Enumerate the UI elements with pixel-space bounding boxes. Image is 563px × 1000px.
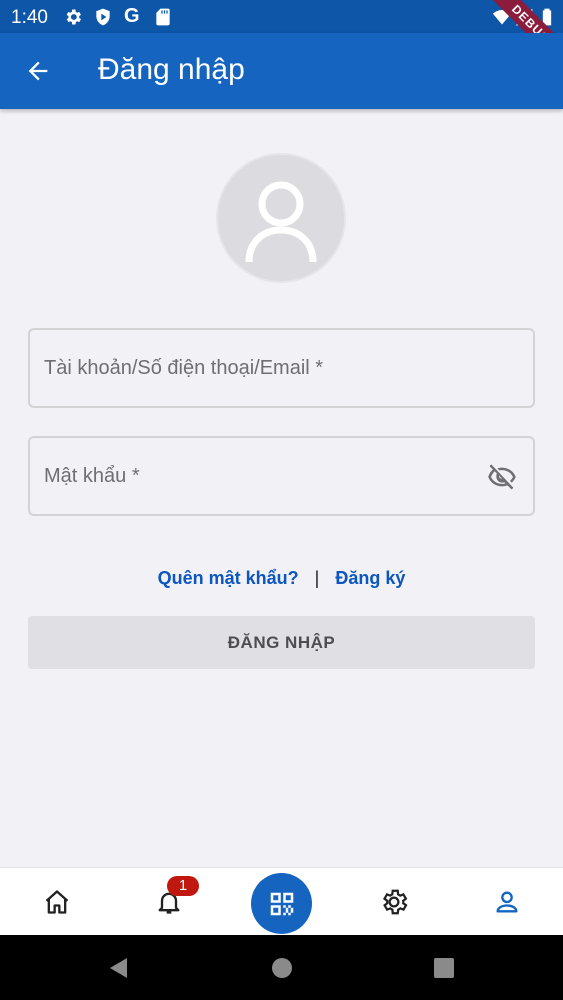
page-title: Đăng nhập [98, 53, 245, 86]
password-input[interactable] [44, 438, 474, 514]
nav-home[interactable] [37, 882, 77, 922]
link-separator: | [314, 567, 320, 588]
forgot-password-link[interactable]: Quên mật khẩu? [158, 568, 299, 589]
system-recents-button[interactable] [431, 955, 457, 981]
avatar [216, 153, 346, 283]
gear-icon [66, 9, 81, 25]
app-bar: Đăng nhập [0, 33, 563, 109]
google-icon: G [124, 5, 140, 27]
username-input[interactable] [44, 330, 474, 406]
shield-play-icon [96, 8, 110, 26]
home-icon [45, 890, 69, 914]
arrow-left-icon [28, 61, 48, 81]
settings-icon [383, 889, 408, 915]
eye-off-icon [488, 464, 516, 490]
system-home-button[interactable] [269, 955, 295, 981]
bottom-nav: 1 [0, 867, 563, 935]
qr-code-icon [270, 892, 293, 915]
nav-account[interactable] [487, 882, 527, 922]
login-button[interactable]: ĐĂNG NHẬP [28, 616, 535, 669]
password-visibility-toggle[interactable] [485, 460, 519, 494]
triangle-back-icon [110, 958, 127, 978]
auth-links: Quên mật khẩu? | Đăng ký [0, 566, 563, 590]
register-link[interactable]: Đăng ký [335, 568, 405, 589]
sd-card-icon [156, 8, 170, 26]
status-time: 1:40 [11, 7, 48, 28]
circle-home-icon [272, 958, 292, 978]
person-placeholder-icon [245, 181, 317, 263]
status-bar: 1:40 G [0, 0, 563, 33]
back-button[interactable] [18, 53, 58, 89]
nav-qr-scan[interactable] [251, 873, 312, 934]
password-field[interactable] [28, 436, 535, 516]
system-nav-bar [0, 935, 563, 1000]
nav-settings[interactable] [374, 882, 414, 922]
square-recents-icon [434, 958, 454, 978]
system-back-button[interactable] [106, 955, 132, 981]
person-icon [496, 891, 518, 913]
notification-badge: 1 [167, 876, 199, 896]
username-field[interactable] [28, 328, 535, 408]
